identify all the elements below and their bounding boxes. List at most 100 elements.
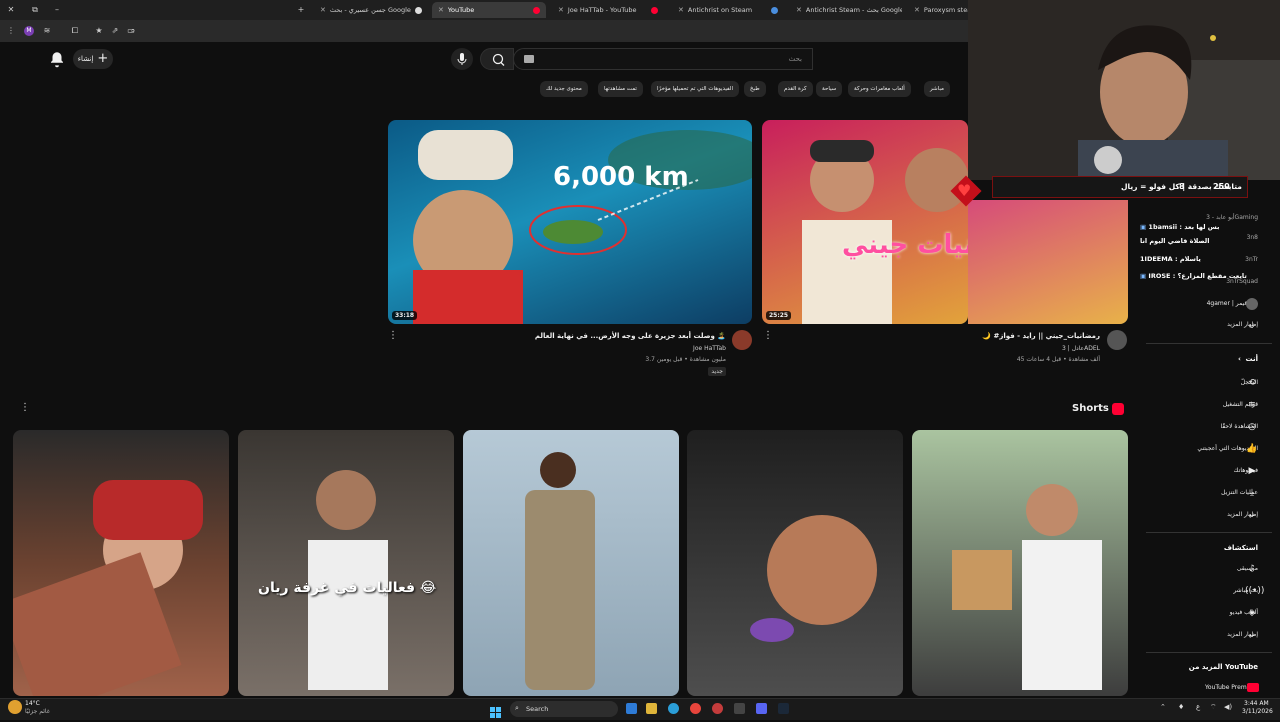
short-item[interactable]: فعاليات في غرفة ريان 😂 [238,430,454,696]
chrome-icon[interactable] [690,703,701,714]
chat-text: تابعت مقطع المزارع؟ [1177,272,1247,280]
video-title[interactable]: 🌙 #رمضانيات_جيني || رايد - فواز [982,332,1100,340]
chip-live[interactable]: مباشر [924,81,950,97]
taskbar-search[interactable]: ⌕ Search [510,701,618,717]
new-tab-icon[interactable]: + [296,5,306,15]
chat-badge-icon: ▣ [1140,272,1147,280]
volume-icon[interactable]: ◀) [1224,703,1232,711]
short-item[interactable] [912,430,1128,696]
window-restore-icon[interactable]: ⧉ [30,5,40,15]
tab-joe-hattab[interactable]: ✕ Joe HaTTab - YouTube [552,2,664,18]
chat-message: ▣ 1bamsii : بس لها بعد [1140,223,1220,231]
webcam-feed [968,0,1280,180]
window-close-icon[interactable]: ✕ [6,5,16,15]
chip-new-to-you[interactable]: محتوى جديد لك [540,81,588,97]
channel-name[interactable]: عادل | 3ADEL [1062,345,1100,352]
sub-avatar [1246,298,1258,310]
channel-name[interactable]: Joe HaTTab [693,345,726,352]
duration-badge: 33:18 [392,311,418,320]
video-title[interactable]: وصلت أبعد جزيرة على وجه الأرض... في نهاي… [535,332,726,340]
tab-label: YouTube [447,6,475,14]
extensions-icon[interactable]: ≋ [42,26,52,36]
discord-icon[interactable] [756,703,767,714]
close-tab-icon[interactable]: ✕ [438,6,444,14]
sidebar-divider [1146,343,1272,344]
search-button[interactable] [480,48,514,70]
steam-icon[interactable] [778,703,789,714]
more-options-icon[interactable]: ⋮ [388,330,398,341]
you-section-title[interactable]: أنت [1246,355,1258,363]
menu-dots-icon[interactable]: ⋮ [6,26,16,36]
language-indicator[interactable]: ع [1196,703,1200,711]
sidebar-divider [1146,532,1272,533]
tab-youtube[interactable]: ✕ YouTube [432,2,546,18]
tab-antichrist-google[interactable]: ✕ Antichrist Steam - بحث Google [790,2,902,18]
wifi-icon[interactable]: ⌔ [1210,703,1217,712]
windows-start-icon[interactable] [490,703,501,718]
tray-chevron-icon[interactable]: ⌃ [1160,703,1166,711]
window-minimize-icon[interactable]: – [52,5,62,15]
share-icon[interactable]: ⇗ [110,26,120,36]
tab-paroxysm[interactable]: ✕ Paroxysm steam - [908,2,968,18]
video-thumbnail[interactable]: 6,000 km 33:18 [388,120,752,324]
shorts-options-icon[interactable]: ⋮ [20,402,30,413]
search-placeholder: بحث [788,55,802,63]
search-input[interactable]: بحث [513,48,813,70]
short-item[interactable] [13,430,229,696]
download-icon: ⤓ [1250,488,1254,498]
clock-time[interactable]: 3:44 AM [1244,700,1269,707]
tray-app-icon[interactable]: ♦ [1178,703,1184,711]
puzzle-icon[interactable]: ⧠ [70,26,80,36]
close-tab-icon[interactable]: ✕ [914,6,920,14]
create-button[interactable]: إنشاء + [73,49,113,69]
more-from-youtube-title: المزيد من YouTube [1188,663,1258,671]
stream-alert-bar: متابعتك بصدقة | كل فولو = ريال 8 250 [992,176,1248,198]
terminal-icon[interactable] [734,703,745,714]
channel-avatar[interactable] [732,330,752,350]
live-icon: ((•)) [1245,586,1265,596]
edge-icon[interactable] [668,703,679,714]
chip-cooking[interactable]: طبخ [744,81,766,97]
chip-tourism[interactable]: سياحة [816,81,843,97]
notifications-bell-icon[interactable] [48,50,66,68]
chip-watched[interactable]: تمت مشاهدتها [598,81,643,97]
clock-date[interactable]: 3/11/2026 [1242,708,1273,715]
short-thumbnail [952,484,1102,690]
video-thumbnail-edge [968,200,1128,324]
video-thumbnail[interactable]: رمضانيات جيني 25:25 [762,120,968,324]
sidebar-sub-item[interactable]: 3n8 [1247,234,1258,241]
close-tab-icon[interactable]: ✕ [678,6,684,14]
thumbnail-caption: رمضانيات جيني [842,230,968,260]
tab-antichrist-steam[interactable]: ✕ Antichrist on Steam [672,2,784,18]
close-tab-icon[interactable]: ✕ [320,6,326,14]
star-icon[interactable]: ★ [94,26,104,36]
chip-football[interactable]: كرة القدم [778,81,813,97]
chat-message: 1IDEEMA : ياسلام [1140,255,1201,263]
short-item[interactable] [463,430,679,696]
thumb-up-icon: 👍 [1246,444,1258,454]
video-meta: 45 ألف مشاهدة • قبل 4 ساعات [1016,356,1100,363]
chevron-down-icon: ⌄ [1248,630,1256,640]
channel-avatar[interactable] [1107,330,1127,350]
keyboard-icon[interactable] [524,55,534,63]
file-explorer-icon[interactable] [646,703,657,714]
tab-label: Joe HaTTab - YouTube [567,6,637,14]
sidebar-sub-item[interactable]: أبو عابد - 3Gaming [1206,214,1258,221]
more-options-icon[interactable]: ⋮ [763,330,773,341]
short-item[interactable] [687,430,903,696]
app-icon[interactable] [712,703,723,714]
chip-recently-uploaded[interactable]: الفيديوهات التي تم تحميلها مؤخرًا [651,81,739,97]
weather-icon[interactable] [8,700,22,714]
voice-search-button[interactable] [451,48,473,70]
close-tab-icon[interactable]: ✕ [558,6,564,14]
profile-avatar[interactable]: M [24,26,34,36]
history-icon: ⟲ [1248,378,1256,388]
chip-action-games[interactable]: ألعاب مغامرات وحركة [848,81,911,97]
close-tab-icon[interactable]: ✕ [796,6,802,14]
tab-google-search-1[interactable]: ✕ جسن عسيري - بحث Google [314,2,432,18]
alert-count-a: 250 [1213,182,1230,191]
zoom-icon[interactable]: ⌕ [128,26,138,36]
tab-label: Antichrist Steam - بحث Google [805,6,902,14]
sidebar-sub-item[interactable]: 3nTr [1245,256,1258,263]
copilot-icon[interactable] [626,703,637,714]
